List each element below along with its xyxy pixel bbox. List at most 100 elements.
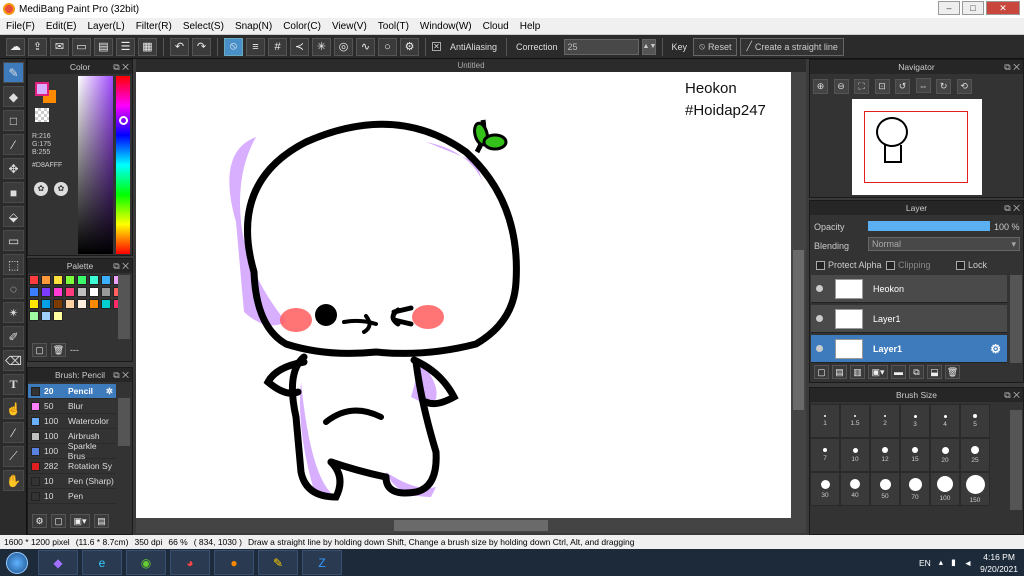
select-pen-tool-icon[interactable]: ✐ [3, 326, 24, 347]
visibility-eye-icon[interactable] [816, 285, 823, 292]
color-add-icon[interactable]: ✿ [54, 182, 68, 196]
panel-close-icon[interactable]: ⧉ ✕ [1004, 201, 1020, 215]
maximize-button[interactable]: □ [962, 1, 984, 15]
gradient-tool-icon[interactable]: ▭ [3, 230, 24, 251]
brush-settings-gear-icon[interactable]: ✲ [106, 386, 113, 397]
volume-icon[interactable]: ◄ [964, 558, 972, 568]
palette-scrollbar[interactable] [118, 275, 130, 339]
comment-icon[interactable]: ✉ [50, 37, 69, 56]
brush-list-item[interactable]: 100 Watercolor [28, 414, 116, 429]
palette-swatch[interactable] [65, 275, 75, 285]
antialiasing-checkbox[interactable]: ✕ [432, 42, 441, 51]
brush-size-cell[interactable]: 70 [900, 472, 930, 506]
menu-help[interactable]: Help [520, 21, 541, 32]
fill-rect-tool-icon[interactable]: ■ [3, 182, 24, 203]
new-halftone-layer-icon[interactable]: ▤ [832, 365, 847, 379]
palette-swatch[interactable] [89, 275, 99, 285]
eraser-tool-icon[interactable]: ◆ [3, 86, 24, 107]
new-layer-icon[interactable]: ▢ [814, 365, 829, 379]
text-tool-icon[interactable]: T [3, 374, 24, 395]
menu-tool[interactable]: Tool(T) [378, 21, 409, 32]
canvas-tab[interactable]: Untitled [136, 59, 806, 72]
curve-snap-icon[interactable]: ∿ [356, 37, 375, 56]
magic-wand-tool-icon[interactable]: ✴ [3, 302, 24, 323]
paint-icon[interactable]: ✎ [258, 550, 298, 575]
layer-scrollbar[interactable] [1010, 275, 1022, 363]
radial-snap-icon[interactable]: ✳ [312, 37, 331, 56]
palette-swatch[interactable] [101, 299, 111, 309]
palette-swatch[interactable] [41, 311, 51, 321]
lock-checkbox[interactable] [956, 260, 965, 270]
medibang-icon[interactable]: ● [214, 550, 254, 575]
move-tool-icon[interactable]: ✥ [3, 158, 24, 179]
coccoc-browser-icon[interactable]: ◉ [126, 550, 166, 575]
concentric-snap-icon[interactable]: ◎ [334, 37, 353, 56]
brush-scrollbar[interactable] [118, 398, 130, 446]
rectangle-tool-icon[interactable]: □ [3, 110, 24, 131]
visibility-eye-icon[interactable] [816, 345, 823, 352]
menu-file[interactable]: File(F) [6, 21, 35, 32]
list-icon[interactable]: ☰ [116, 37, 135, 56]
brush-size-cell[interactable]: 1.5 [840, 404, 870, 438]
brush-list-item[interactable]: 20 Pencil ✲ [28, 384, 116, 399]
menu-window[interactable]: Window(W) [420, 21, 472, 32]
zoom-in-icon[interactable]: ⊕ [813, 78, 828, 94]
dot-tool-icon[interactable]: ⁄ [3, 134, 24, 155]
menu-select[interactable]: Select(S) [183, 21, 224, 32]
menu-edit[interactable]: Edit(E) [46, 21, 77, 32]
new-brush-icon[interactable]: ▢ [51, 514, 66, 528]
palette-swatch[interactable] [41, 299, 51, 309]
layer-row[interactable]: Layer1 [811, 305, 1007, 333]
page-icon[interactable]: ▤ [94, 37, 113, 56]
correction-input[interactable]: 25 [563, 38, 639, 55]
settings-snap-icon[interactable]: ⚙ [400, 37, 419, 56]
new-palette-icon[interactable]: ▢ [32, 343, 47, 357]
menu-color[interactable]: Color(C) [283, 21, 321, 32]
duplicate-layer-icon[interactable]: ⧉ [909, 365, 924, 379]
palette-swatch[interactable] [53, 275, 63, 285]
chrome-icon[interactable]: ◕ [170, 550, 210, 575]
menu-layer[interactable]: Layer(L) [87, 21, 124, 32]
brush-size-cell[interactable]: 40 [840, 472, 870, 506]
clipping-checkbox[interactable] [886, 260, 895, 270]
undo-icon[interactable]: ↶ [170, 37, 189, 56]
menu-view[interactable]: View(V) [332, 21, 367, 32]
hue-slider[interactable] [116, 76, 130, 254]
blending-select[interactable]: Normal ▾ [868, 237, 1020, 251]
language-indicator[interactable]: EN [919, 558, 931, 568]
palette-swatch[interactable] [101, 275, 111, 285]
menu-snap[interactable]: Snap(N) [235, 21, 272, 32]
hand-tool-icon[interactable]: ✋ [3, 470, 24, 491]
crosshatch-snap-icon[interactable]: # [268, 37, 287, 56]
brush-size-cell[interactable]: 15 [900, 438, 930, 472]
palette-swatch[interactable] [101, 287, 111, 297]
reset-button[interactable]: ⦸ Reset [693, 37, 738, 56]
start-button[interactable] [0, 549, 34, 576]
panel-close-icon[interactable]: ⧉ ✕ [1004, 60, 1020, 74]
snap-off-icon[interactable]: ⦸ [224, 37, 243, 56]
palette-swatch[interactable] [65, 299, 75, 309]
brush-size-cell[interactable]: 2 [870, 404, 900, 438]
palette-swatch[interactable] [53, 287, 63, 297]
brush-size-scrollbar[interactable] [1010, 410, 1022, 510]
straight-line-button[interactable]: ╱ Create a straight line [740, 37, 844, 56]
brush-size-cell[interactable]: 12 [870, 438, 900, 472]
operation-tool-icon[interactable]: ☝ [3, 398, 24, 419]
vanishing-point-icon[interactable]: ≺ [290, 37, 309, 56]
palette-swatch[interactable] [29, 311, 39, 321]
foreground-color-swatch[interactable] [35, 82, 49, 96]
circle-snap-icon[interactable]: ○ [378, 37, 397, 56]
palette-swatch[interactable] [89, 299, 99, 309]
brush-size-cell[interactable]: 10 [840, 438, 870, 472]
saturation-value-picker[interactable] [78, 76, 113, 254]
palette-swatch[interactable] [29, 275, 39, 285]
navigator-preview[interactable] [852, 99, 982, 195]
redo-icon[interactable]: ↷ [192, 37, 211, 56]
delete-palette-icon[interactable]: 🗑 [51, 343, 66, 357]
brush-list-item[interactable]: 10 Pen (Sharp) [28, 474, 116, 489]
panel-close-icon[interactable]: ⧉ ✕ [1004, 388, 1020, 402]
brush-size-cell[interactable]: 5 [960, 404, 990, 438]
lasso-tool-icon[interactable]: ◌ [3, 278, 24, 299]
delete-layer-icon[interactable]: 🗑 [945, 365, 960, 379]
brush-size-cell[interactable]: 50 [870, 472, 900, 506]
